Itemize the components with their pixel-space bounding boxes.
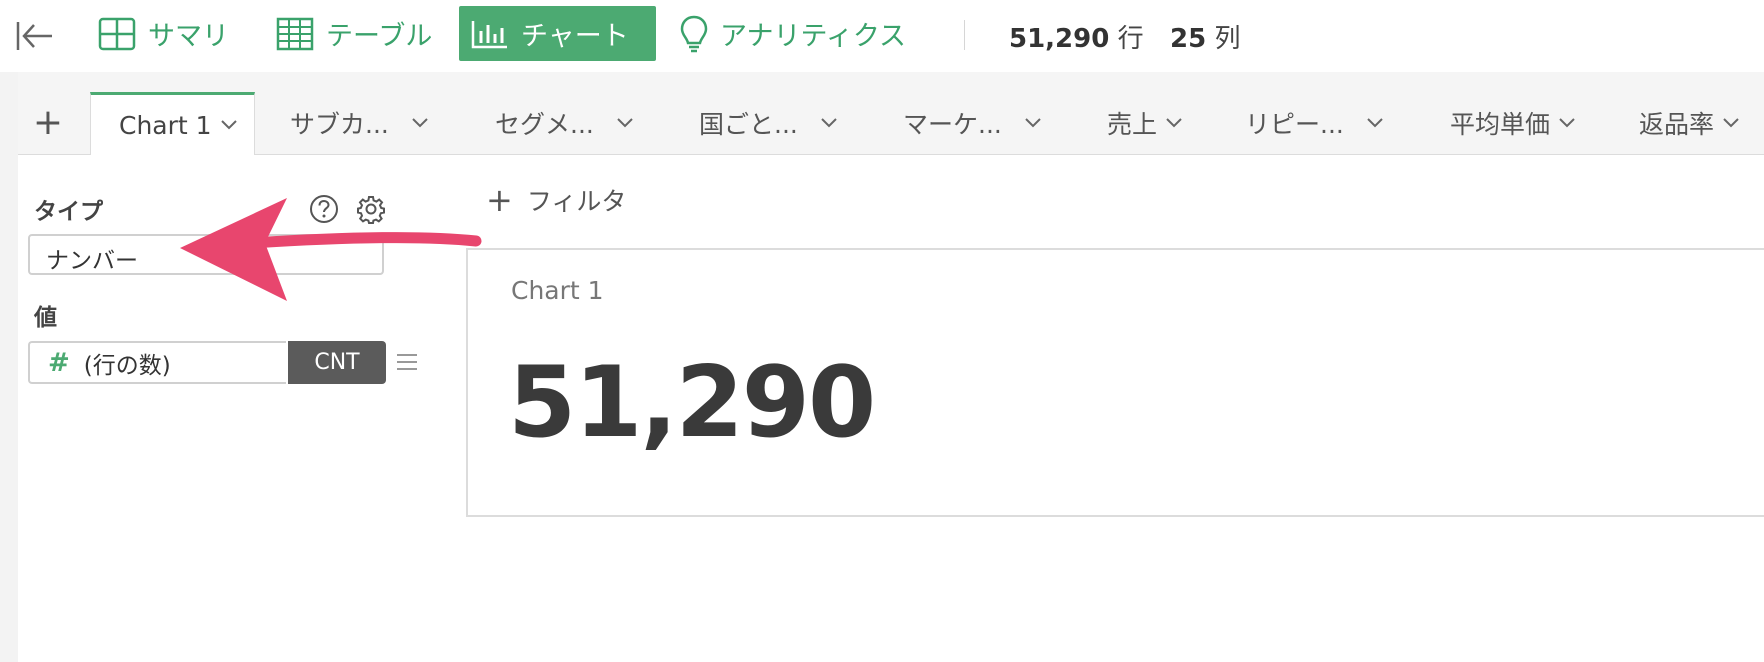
type-label: タイプ bbox=[34, 199, 103, 225]
chart-type-select[interactable]: ナンバー bbox=[28, 234, 384, 275]
collapse-sidebar-icon[interactable] bbox=[14, 16, 56, 56]
column-count-value: 25 bbox=[1170, 24, 1207, 54]
chart-tab-label: 平均単価 bbox=[1450, 110, 1551, 139]
chevron-down-icon bbox=[1559, 118, 1575, 128]
row-count-unit: 行 bbox=[1117, 24, 1144, 54]
top-toolbar: サマリ テーブル チャート アナリティクス 51,290 行 25 列 bbox=[0, 0, 1764, 73]
add-filter-button[interactable]: + フィルタ bbox=[486, 182, 626, 218]
number-type-icon: # bbox=[48, 347, 70, 378]
chart-title: Chart 1 bbox=[511, 276, 604, 305]
chart-tab-label: 返品率 bbox=[1639, 110, 1715, 139]
value-column-name: (行の数) bbox=[83, 352, 171, 379]
tab-chart-label: チャート bbox=[521, 21, 629, 52]
tab-summary-label: サマリ bbox=[148, 21, 229, 52]
aggregation-button[interactable]: CNT bbox=[288, 341, 386, 384]
chart-tab-chart-1[interactable]: Chart 1 bbox=[90, 92, 255, 155]
chevron-down-icon bbox=[1367, 118, 1383, 128]
chevron-down-icon bbox=[1166, 118, 1182, 128]
filter-label: フィルタ bbox=[526, 187, 627, 216]
chevron-down-icon bbox=[412, 118, 428, 128]
chart-type-value: ナンバー bbox=[46, 248, 138, 274]
tab-table[interactable]: テーブル bbox=[264, 6, 444, 61]
column-count: 25 列 bbox=[1170, 18, 1240, 55]
tab-analytics[interactable]: アナリティクス bbox=[668, 6, 918, 61]
lightbulb-icon bbox=[680, 15, 708, 52]
bar-chart-icon bbox=[471, 20, 507, 48]
tab-summary[interactable]: サマリ bbox=[86, 6, 241, 61]
chevron-down-icon bbox=[617, 118, 633, 128]
chart-tab-label: 国ごと... bbox=[699, 110, 798, 139]
chart-tab-country[interactable]: 国ごと... bbox=[699, 92, 838, 154]
chart-tab-label: Chart 1 bbox=[119, 110, 212, 140]
tab-chart[interactable]: チャート bbox=[459, 6, 656, 61]
toolbar-divider bbox=[964, 20, 965, 50]
number-value: 51,290 bbox=[508, 346, 876, 460]
chevron-down-icon bbox=[821, 118, 837, 128]
left-gutter bbox=[0, 72, 18, 662]
add-chart-button[interactable]: + bbox=[18, 100, 78, 150]
chart-tab-label: リピー... bbox=[1245, 110, 1344, 139]
tab-table-label: テーブル bbox=[326, 21, 433, 52]
chart-tab-segment[interactable]: セグメ... bbox=[495, 92, 634, 154]
chevron-down-icon bbox=[1723, 118, 1739, 128]
chart-tab-sales[interactable]: 売上 bbox=[1107, 92, 1183, 154]
plus-icon: + bbox=[486, 181, 513, 219]
chevron-down-icon bbox=[1025, 118, 1041, 128]
chevron-down-icon bbox=[220, 120, 237, 130]
chart-tab-label: セグメ... bbox=[495, 110, 594, 139]
row-count: 51,290 行 bbox=[1009, 18, 1144, 55]
gear-icon[interactable] bbox=[356, 194, 386, 224]
chart-tab-label: サブカ... bbox=[290, 110, 389, 139]
table-icon bbox=[276, 17, 314, 50]
chart-tab-marketing[interactable]: マーケ... bbox=[903, 92, 1042, 154]
column-count-unit: 列 bbox=[1214, 24, 1241, 54]
chart-tab-repeat[interactable]: リピー... bbox=[1245, 92, 1384, 154]
chart-tab-average-price[interactable]: 平均単価 bbox=[1450, 92, 1576, 154]
value-label: 値 bbox=[34, 305, 57, 331]
row-count-value: 51,290 bbox=[1009, 24, 1110, 54]
chart-tab-subcategory[interactable]: サブカ... bbox=[290, 92, 429, 154]
help-icon[interactable] bbox=[309, 194, 339, 224]
chart-tab-return-rate[interactable]: 返品率 bbox=[1639, 92, 1740, 154]
chart-tab-label: マーケ... bbox=[903, 110, 1002, 139]
chart-tab-label: 売上 bbox=[1107, 110, 1158, 139]
value-column-field[interactable]: # (行の数) bbox=[28, 341, 286, 384]
tab-analytics-label: アナリティクス bbox=[720, 21, 907, 52]
drag-handle-icon[interactable] bbox=[395, 352, 419, 372]
grid-icon bbox=[98, 17, 136, 50]
